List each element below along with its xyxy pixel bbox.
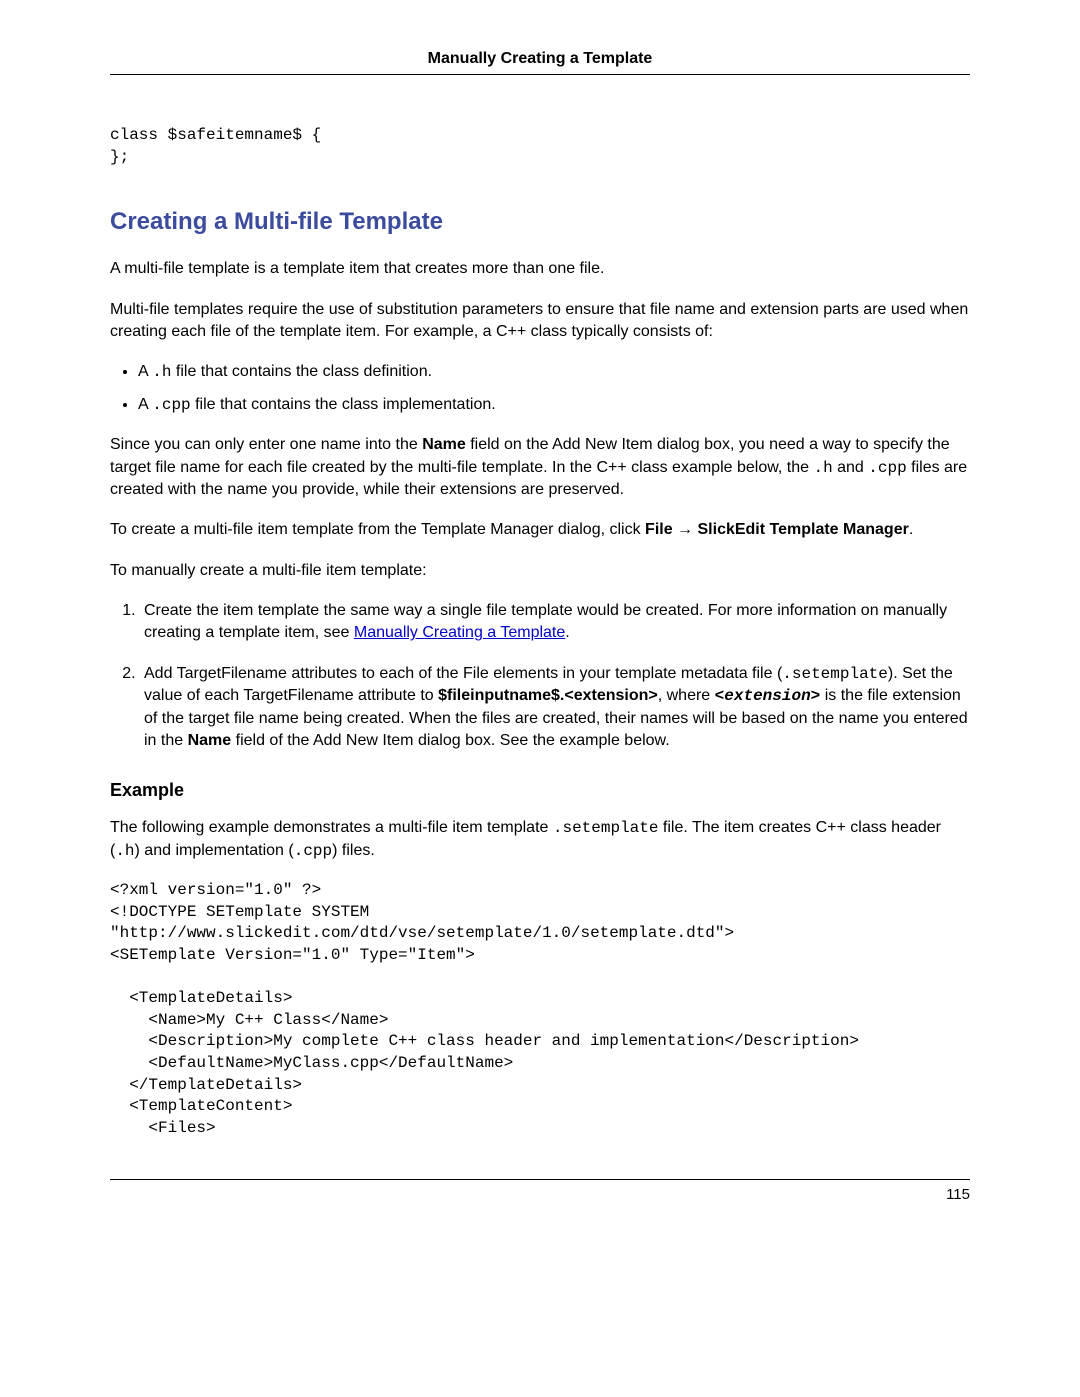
paragraph: To manually create a multi-file item tem… <box>110 560 970 582</box>
code-block-class: class $safeitemname$ { }; <box>110 125 970 168</box>
bullet-list: A .h file that contains the class defini… <box>110 361 970 416</box>
bold-italic-code: <extension> <box>715 687 821 705</box>
section-heading: Creating a Multi-file Template <box>110 208 970 236</box>
inline-code: .h <box>152 363 171 381</box>
paragraph: The following example demonstrates a mul… <box>110 817 970 862</box>
link-manual-template[interactable]: Manually Creating a Template <box>354 624 565 641</box>
bold-text: $fileinputname$.<extension> <box>438 687 658 704</box>
page-footer: 115 <box>110 1179 970 1203</box>
paragraph: A multi-file template is a template item… <box>110 258 970 280</box>
inline-code: .h <box>115 842 134 860</box>
inline-code: .cpp <box>294 842 332 860</box>
inline-code: .cpp <box>868 459 906 477</box>
list-item: Create the item template the same way a … <box>140 600 970 645</box>
paragraph: Since you can only enter one name into t… <box>110 434 970 501</box>
code-block-xml: <?xml version="1.0" ?> <!DOCTYPE SETempl… <box>110 880 970 1139</box>
list-item: Add TargetFilename attributes to each of… <box>140 663 970 753</box>
inline-code: .setemplate <box>553 819 659 837</box>
menu-path: SlickEdit Template Manager <box>698 521 909 538</box>
inline-code: .cpp <box>152 396 190 414</box>
paragraph: Multi-file templates require the use of … <box>110 299 970 344</box>
bold-text: Name <box>188 732 232 749</box>
page-header: Manually Creating a Template <box>110 50 970 75</box>
ordered-list: Create the item template the same way a … <box>110 600 970 752</box>
list-item: A .h file that contains the class defini… <box>138 361 970 383</box>
page-content: Manually Creating a Template class $safe… <box>0 0 1080 1243</box>
subsection-heading: Example <box>110 780 970 801</box>
inline-code: .h <box>813 459 832 477</box>
list-item: A .cpp file that contains the class impl… <box>138 394 970 416</box>
bold-text: Name <box>422 436 466 453</box>
paragraph: To create a multi-file item template fro… <box>110 519 970 541</box>
inline-code: .setemplate <box>782 665 888 683</box>
menu-path: File <box>645 521 673 538</box>
page-number: 115 <box>946 1186 970 1203</box>
